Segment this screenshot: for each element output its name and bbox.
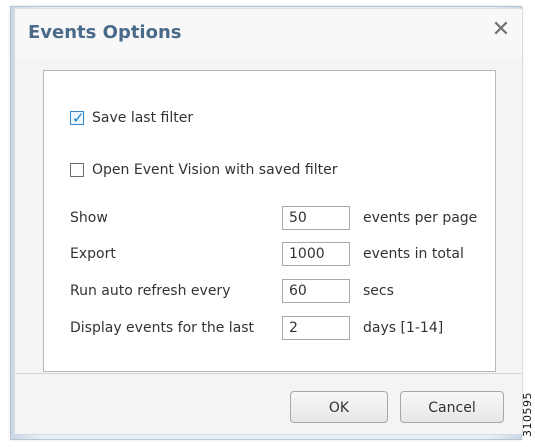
auto-refresh-label: Run auto refresh every <box>70 283 231 299</box>
figure-code: 310595 <box>521 392 534 437</box>
export-label: Export <box>70 246 116 262</box>
close-icon[interactable]: ✕ <box>488 17 514 43</box>
ok-button[interactable]: OK <box>290 391 388 423</box>
open-event-vision-checkbox[interactable] <box>70 163 84 177</box>
title-bar: Events Options ✕ <box>15 9 522 59</box>
show-label: Show <box>70 210 108 226</box>
display-events-unit: days [1-14] <box>363 320 444 336</box>
auto-refresh-input[interactable] <box>282 279 350 303</box>
open-event-vision-row[interactable]: Open Event Vision with saved filter <box>70 161 337 179</box>
save-last-filter-label: Save last filter <box>92 110 194 126</box>
export-unit: events in total <box>363 246 464 262</box>
display-events-label: Display events for the last <box>70 320 255 336</box>
footer-divider <box>15 373 522 374</box>
dialog-title: Events Options <box>28 22 182 43</box>
export-input[interactable] <box>282 242 350 266</box>
show-input[interactable] <box>282 206 350 230</box>
display-events-input[interactable] <box>282 316 350 340</box>
show-unit: events per page <box>363 210 478 226</box>
events-options-dialog: Events Options ✕ ✓ Save last filter Open… <box>14 8 523 435</box>
open-event-vision-label: Open Event Vision with saved filter <box>92 162 338 178</box>
check-icon: ✓ <box>72 109 85 127</box>
save-last-filter-row[interactable]: ✓ Save last filter <box>70 109 193 127</box>
options-panel: ✓ Save last filter Open Event Vision wit… <box>43 70 496 372</box>
auto-refresh-unit: secs <box>363 283 394 299</box>
cancel-button[interactable]: Cancel <box>400 391 504 423</box>
save-last-filter-checkbox[interactable]: ✓ <box>70 109 85 127</box>
